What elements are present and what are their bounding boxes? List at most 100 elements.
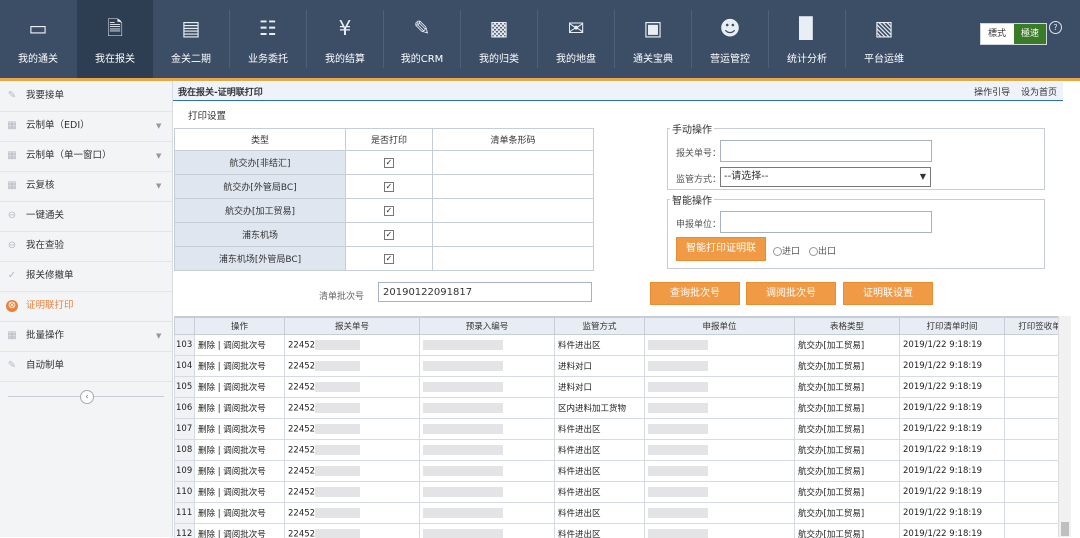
declaration-no-cell: 22452: [285, 398, 420, 419]
nav-item-operations[interactable]: ☻ 营运管控: [692, 0, 768, 78]
row-actions[interactable]: 删除 | 调阅批次号: [195, 356, 285, 377]
sidebar-item-auto-doc[interactable]: ✎ 自动制单: [0, 351, 172, 382]
print-checkbox[interactable]: ✓: [384, 254, 394, 264]
sidebar-item-one-click[interactable]: ⊖ 一键通关: [0, 201, 172, 232]
table-row[interactable]: 109 删除 | 调阅批次号 22452 料件进出区 航交办[加工贸易] 201…: [175, 461, 1059, 482]
sidebar-item-label: 一键通关: [26, 201, 64, 231]
help-icon[interactable]: ?: [1049, 21, 1062, 34]
table-row[interactable]: 105 删除 | 调阅批次号 22452 进料对口 航交办[加工贸易] 2019…: [175, 377, 1059, 398]
table-row[interactable]: 106 删除 | 调阅批次号 22452 区内进料加工货物 航交办[加工贸易] …: [175, 398, 1059, 419]
radio-icon: [809, 247, 818, 256]
nav-item-delegation[interactable]: ☷ 业务委托: [230, 0, 306, 78]
form-type-cell: 航交办[加工贸易]: [795, 377, 900, 398]
adjust-batch-button[interactable]: 调阅批次号: [746, 282, 836, 305]
form-type-cell: 航交办[加工贸易]: [795, 335, 900, 356]
declaration-no: 22452: [288, 508, 315, 518]
row-actions[interactable]: 删除 | 调阅批次号: [195, 419, 285, 440]
print-time-cell: 2019/1/22 9:18:19: [900, 419, 1005, 440]
smart-print-button[interactable]: 智能打印证明联: [676, 237, 766, 261]
declarant-input[interactable]: [720, 211, 932, 233]
sidebar-item-inspection[interactable]: ⊖ 我在查验: [0, 231, 172, 262]
redacted-block: [423, 487, 503, 497]
table-row[interactable]: 108 删除 | 调阅批次号 22452 料件进出区 航交办[加工贸易] 201…: [175, 440, 1059, 461]
print-settings-title: 打印设置: [188, 108, 226, 122]
nav-item-my-clearance[interactable]: ▭ 我的通关: [0, 0, 76, 78]
table-row[interactable]: 111 删除 | 调阅批次号 22452 料件进出区 航交办[加工贸易] 201…: [175, 503, 1059, 524]
row-actions[interactable]: 删除 | 调阅批次号: [195, 335, 285, 356]
declaration-no-cell: 22452: [285, 377, 420, 398]
sidebar-item-batch[interactable]: ▦ 批量操作 ▼: [0, 321, 172, 352]
row-actions[interactable]: 删除 | 调阅批次号: [195, 398, 285, 419]
row-actions[interactable]: 删除 | 调阅批次号: [195, 440, 285, 461]
table-row: 航交办[外管局BC] ✓: [175, 175, 594, 199]
customs-no-input[interactable]: [720, 140, 932, 162]
supervision-label: 监管方式：: [676, 172, 721, 185]
nav-item-territory[interactable]: ✉ 我的地盘: [538, 0, 614, 78]
chevron-down-icon: ▼: [156, 111, 161, 141]
row-actions[interactable]: 删除 | 调阅批次号: [195, 503, 285, 524]
nav-item-declaring[interactable]: 🗎 我在报关: [77, 0, 153, 78]
print-checkbox[interactable]: ✓: [384, 158, 394, 168]
mode-standard-button[interactable]: 標式: [981, 24, 1013, 44]
nav-item-classification[interactable]: ▩ 我的归类: [461, 0, 537, 78]
form-type-cell: 航交办[加工贸易]: [795, 419, 900, 440]
column-header: 预录入编号: [420, 318, 555, 335]
form-type-cell: 航交办[加工贸易]: [795, 524, 900, 538]
print-checkbox[interactable]: ✓: [384, 182, 394, 192]
scrollbar-thumb[interactable]: [1061, 522, 1069, 536]
declaration-no-cell: 22452: [285, 356, 420, 377]
column-header: 表格类型: [795, 318, 900, 335]
nav-item-crm[interactable]: ✎ 我的CRM: [384, 0, 460, 78]
nav-item-platform-ops[interactable]: ▧ 平台运维: [846, 0, 922, 78]
redacted-block: [423, 382, 503, 392]
export-radio[interactable]: 出口: [809, 244, 836, 257]
grid-icon: ▦: [6, 150, 18, 162]
mode-fast-button[interactable]: 極速: [1014, 24, 1046, 44]
cert-settings-button[interactable]: 证明联设置: [843, 282, 933, 305]
row-number: 104: [175, 356, 195, 377]
supervision-select[interactable]: --请选择-- ▼: [720, 167, 931, 187]
sidebar-item-label: 云制单（单一窗口）: [26, 141, 112, 171]
row-actions[interactable]: 删除 | 调阅批次号: [195, 461, 285, 482]
table-row[interactable]: 112 删除 | 调阅批次号 22452 料件进出区 航交办[加工贸易] 201…: [175, 524, 1059, 538]
minus-circle-icon: ⊖: [6, 240, 18, 252]
redacted-block: [648, 424, 708, 434]
import-radio[interactable]: 进口: [773, 244, 800, 257]
breadcrumb-bar: 我在报关-证明联打印 操作引导 设为首页: [173, 82, 1063, 101]
nav-item-golden-customs[interactable]: ▤ 金关二期: [153, 0, 229, 78]
sidebar-item-cert-print[interactable]: ⊗ 证明联打印: [0, 291, 172, 322]
print-checkbox[interactable]: ✓: [384, 230, 394, 240]
sidebar-item-edi[interactable]: ▦ 云制单（EDI） ▼: [0, 111, 172, 142]
row-actions[interactable]: 删除 | 调阅批次号: [195, 482, 285, 503]
redacted-block: [315, 361, 360, 371]
set-homepage-link[interactable]: 设为首页: [1021, 88, 1057, 98]
table-row[interactable]: 104 删除 | 调阅批次号 22452 进料对口 航交办[加工贸易] 2019…: [175, 356, 1059, 377]
row-actions[interactable]: 删除 | 调阅批次号: [195, 524, 285, 538]
form-type-cell: 航交办[加工贸易]: [795, 461, 900, 482]
table-row[interactable]: 103 删除 | 调阅批次号 22452 料件进出区 航交办[加工贸易] 201…: [175, 335, 1059, 356]
grid-scrollbar[interactable]: [1058, 316, 1071, 537]
export-label: 出口: [818, 247, 836, 257]
sidebar-item-take-order[interactable]: ✎ 我要接单: [0, 81, 172, 112]
nav-item-settlement[interactable]: ¥ 我的结算: [307, 0, 383, 78]
nav-item-statistics[interactable]: ▉ 统计分析: [769, 0, 845, 78]
table-row[interactable]: 107 删除 | 调阅批次号 22452 料件进出区 航交办[加工贸易] 201…: [175, 419, 1059, 440]
nav-label: 我的CRM: [384, 50, 460, 65]
guide-link[interactable]: 操作引导: [974, 88, 1010, 98]
sidebar-item-label: 自动制单: [26, 351, 64, 381]
sidebar-item-review[interactable]: ▦ 云复核 ▼: [0, 171, 172, 202]
collapse-sidebar-icon[interactable]: ‹: [80, 390, 94, 404]
grid-icon: ▦: [6, 180, 18, 192]
row-actions[interactable]: 删除 | 调阅批次号: [195, 377, 285, 398]
sidebar-item-modify-cancel[interactable]: ✓ 报关修撤单: [0, 261, 172, 292]
customs-no-label: 报关单号：: [676, 146, 721, 159]
redacted-block: [648, 403, 708, 413]
nav-item-handbook[interactable]: ▣ 通关宝典: [615, 0, 691, 78]
batch-no-input[interactable]: 20190122091817: [378, 282, 592, 302]
print-time-cell: 2019/1/22 9:18:19: [900, 398, 1005, 419]
query-batch-button[interactable]: 查询批次号: [650, 282, 740, 305]
print-checkbox[interactable]: ✓: [384, 206, 394, 216]
pencil-icon: ✎: [6, 90, 18, 102]
table-row[interactable]: 110 删除 | 调阅批次号 22452 料件进出区 航交办[加工贸易] 201…: [175, 482, 1059, 503]
sidebar-item-single-window[interactable]: ▦ 云制单（单一窗口） ▼: [0, 141, 172, 172]
